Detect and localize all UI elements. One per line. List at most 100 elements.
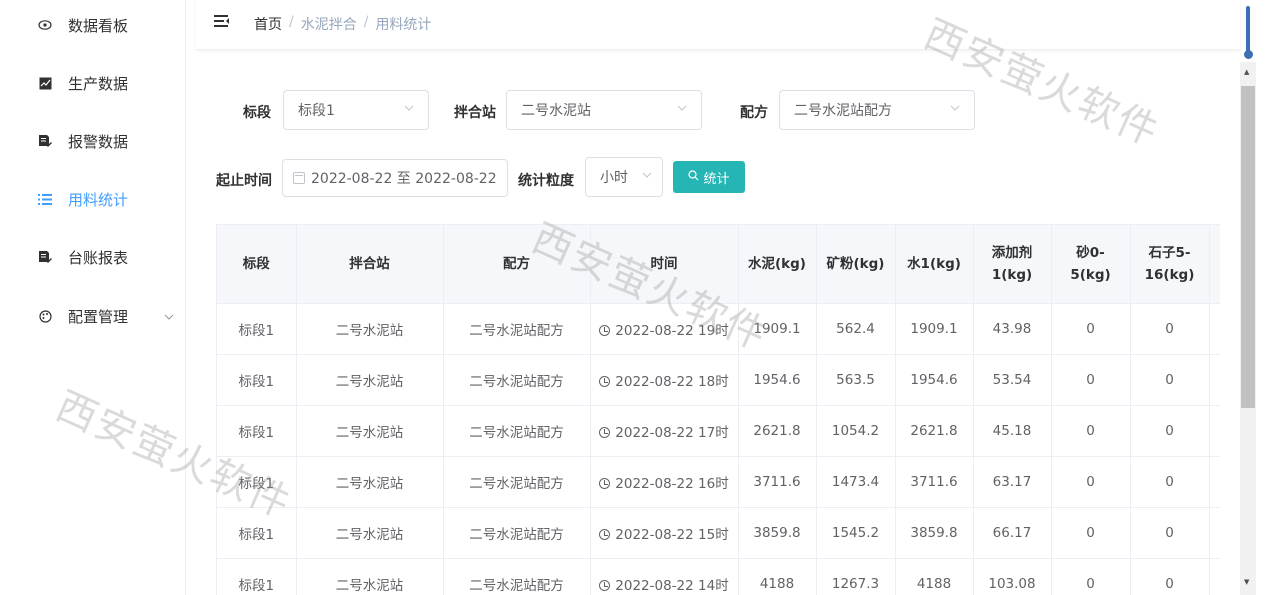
time-range-label: 起止时间: [216, 173, 272, 189]
table-cell: 0: [1130, 405, 1210, 457]
sidebar: 数据看板 生产数据 报警数据 用料统计 台账报表 配置管理: [0, 0, 186, 595]
chevron-down-icon: [677, 103, 687, 114]
table-cell: 0: [1051, 456, 1131, 508]
table-cell: 二号水泥站配方: [443, 405, 591, 457]
table-cell: 53.54: [973, 354, 1052, 406]
hamburger-icon[interactable]: [214, 14, 230, 30]
clock-icon: [599, 375, 611, 387]
material-table: 标段 拌合站 配方 时间 水泥(kg) 矿粉(kg) 水1(kg) 添加剂1(k…: [216, 224, 1220, 595]
scroll-up-arrow-icon[interactable]: ▲: [1244, 68, 1249, 76]
granularity-select[interactable]: 小时: [585, 157, 663, 197]
table-row[interactable]: 标段1 二号水泥站 二号水泥站配方 2022-08-22 16时 3711.6 1473.…: [217, 456, 1220, 508]
table-cell: 0: [1051, 354, 1131, 406]
date-range-picker[interactable]: 2022-08-22 至 2022-08-22: [282, 159, 508, 197]
table-cell: 2022-08-22 19时: [590, 303, 739, 355]
recipe-select-value: 二号水泥站配方: [794, 103, 892, 119]
sidebar-item-label: 配置管理: [68, 307, 129, 326]
table-cell: 0: [1130, 456, 1210, 508]
breadcrumb-item[interactable]: 水泥拌合: [301, 14, 357, 34]
chevron-down-icon: [404, 103, 414, 114]
granularity-label: 统计粒度: [518, 173, 574, 189]
main-content: 标段 标段1 拌合站 二号水泥站 配方 二号水泥站配方 起止时间 2022-08…: [196, 62, 1240, 595]
clock-icon: [599, 477, 611, 489]
table-cell: 0: [1130, 558, 1210, 595]
section-select[interactable]: 标段1: [283, 90, 429, 130]
table-cell: 1545.2: [816, 507, 896, 559]
scrollbar-thumb[interactable]: [1241, 86, 1255, 408]
table-cell: 二号水泥站: [296, 507, 444, 559]
table-row[interactable]: 标段1 二号水泥站 二号水泥站配方 2022-08-22 18时 1954.6 563.5…: [217, 354, 1220, 406]
table-cell: 二号水泥站配方: [443, 456, 591, 508]
table-cell: 4188: [738, 558, 817, 595]
table-cell: 63.17: [973, 456, 1052, 508]
column-header[interactable]: 时间: [590, 225, 739, 304]
breadcrumb-home[interactable]: 首页: [254, 14, 282, 34]
station-select[interactable]: 二号水泥站: [506, 90, 702, 130]
table-cell: 标段1: [217, 507, 297, 559]
scroll-down-arrow-icon[interactable]: ▼: [1244, 578, 1249, 586]
table-cell: 标段1: [217, 303, 297, 355]
column-header[interactable]: 水泥(kg): [738, 225, 817, 304]
table-cell: 2022-08-22 14时: [590, 558, 739, 595]
table-cell: 563.5: [816, 354, 896, 406]
table-cell: 3859.8: [895, 507, 974, 559]
table-cell: 2022-08-22 15时: [590, 507, 739, 559]
table-cell: 2621.8: [738, 405, 817, 457]
table-cell: 2022-08-22 18时: [590, 354, 739, 406]
sidebar-item-alarm[interactable]: 报警数据: [0, 112, 186, 170]
table-cell: 2022-08-22 17时: [590, 405, 739, 457]
stat-button[interactable]: 统计: [673, 161, 745, 193]
recipe-select[interactable]: 二号水泥站配方: [779, 90, 975, 130]
table-cell: 0: [1051, 405, 1131, 457]
table-cell: 1909.1: [895, 303, 974, 355]
table-cell: 标段1: [217, 558, 297, 595]
table-row[interactable]: 标段1 二号水泥站 二号水泥站配方 2022-08-22 15时 3859.8 1545.…: [217, 507, 1220, 559]
table-cell: 3859.8: [738, 507, 817, 559]
sidebar-item-label: 台账报表: [68, 248, 129, 267]
table-cell: 0: [1130, 303, 1210, 355]
table-cell: 4188: [895, 558, 974, 595]
document-edit-icon: [38, 134, 52, 148]
table-cell: 二号水泥站: [296, 456, 444, 508]
sidebar-item-production[interactable]: 生产数据: [0, 54, 186, 112]
table-cell: 二号水泥站: [296, 558, 444, 595]
table-cell: 43.98: [973, 303, 1052, 355]
chart-icon: [38, 76, 52, 90]
table-cell: 1054.2: [816, 405, 896, 457]
table-row[interactable]: 标段1 二号水泥站 二号水泥站配方 2022-08-22 19时 1909.1 562.4…: [217, 303, 1220, 355]
recipe-label: 配方: [740, 105, 768, 121]
table-cell: 标段1: [217, 456, 297, 508]
document-edit-icon: [38, 250, 52, 264]
column-header[interactable]: 矿粉(kg): [816, 225, 896, 304]
sidebar-item-config[interactable]: 配置管理: [0, 287, 186, 345]
top-header: 首页 / 水泥拌合 / 用料统计: [196, 0, 1240, 50]
sidebar-item-label: 报警数据: [68, 132, 129, 151]
table-cell: 3711.6: [738, 456, 817, 508]
table-cell: 1909.1: [738, 303, 817, 355]
table-cell: 0: [1051, 558, 1131, 595]
column-header[interactable]: 砂0-5(kg): [1051, 225, 1131, 304]
sidebar-item-material-stats[interactable]: 用料统计: [0, 170, 186, 228]
table-row[interactable]: 标段1 二号水泥站 二号水泥站配方 2022-08-22 17时 2621.8 1054.…: [217, 405, 1220, 457]
table-row[interactable]: 标段1 二号水泥站 二号水泥站配方 2022-08-22 14时 4188 1267.3 4…: [217, 558, 1220, 595]
table-cell: 二号水泥站配方: [443, 558, 591, 595]
palette-icon: [38, 309, 52, 323]
section-select-value: 标段1: [298, 103, 335, 119]
column-header[interactable]: 标段: [217, 225, 297, 304]
granularity-select-value: 小时: [600, 170, 628, 186]
column-header[interactable]: 拌合站: [296, 225, 444, 304]
section-label: 标段: [243, 105, 271, 121]
sidebar-item-ledger[interactable]: 台账报表: [0, 228, 186, 286]
table-header-row: 标段 拌合站 配方 时间 水泥(kg) 矿粉(kg) 水1(kg) 添加剂1(k…: [217, 225, 1220, 304]
app-root: 数据看板 生产数据 报警数据 用料统计 台账报表 配置管理 首页 / 水泥拌合 …: [0, 0, 1267, 595]
table-cell: 3711.6: [895, 456, 974, 508]
chevron-down-icon[interactable]: [164, 310, 174, 323]
column-header[interactable]: 石子5-16(kg): [1130, 225, 1210, 304]
sidebar-item-dashboard[interactable]: 数据看板: [0, 0, 186, 54]
table-cell: 2621.8: [895, 405, 974, 457]
stat-button-label: 统计: [703, 171, 730, 187]
table-cell: 0: [1130, 354, 1210, 406]
column-header[interactable]: 添加剂1(kg): [973, 225, 1052, 304]
column-header[interactable]: 水1(kg): [895, 225, 974, 304]
column-header[interactable]: 配方: [443, 225, 591, 304]
